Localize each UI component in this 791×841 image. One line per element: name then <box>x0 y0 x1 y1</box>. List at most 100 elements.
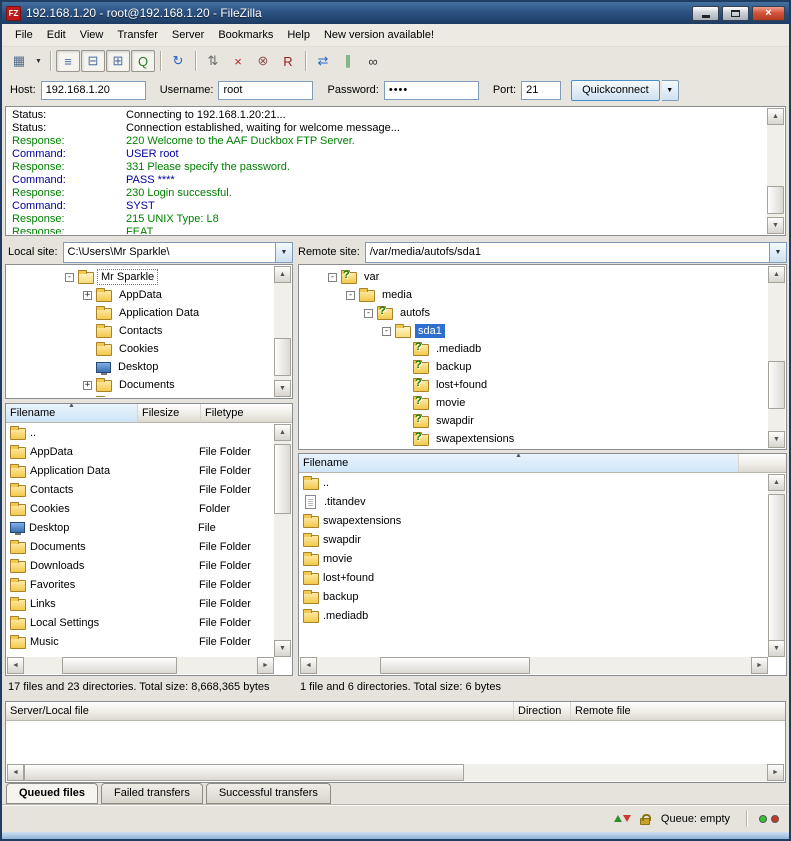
tree-expander[interactable]: - <box>65 273 74 282</box>
tree-item[interactable]: Cookies <box>7 340 274 358</box>
file-row[interactable]: Downloads File Folder <box>7 556 274 575</box>
scroll-up-button[interactable]: ▲ <box>768 266 785 283</box>
scroll-down-button[interactable]: ▼ <box>768 431 785 448</box>
remote-tree-vertical-scrollbar[interactable]: ▲ ▼ <box>768 266 785 448</box>
scrollbar-thumb[interactable] <box>274 338 291 376</box>
tree-item[interactable]: movie <box>300 394 768 412</box>
tree-item[interactable]: + Downloads <box>7 394 274 397</box>
file-row[interactable]: Cookies Folder <box>7 499 274 518</box>
sync-browse-button[interactable]: ∥ <box>336 50 360 72</box>
tree-item[interactable]: + Documents <box>7 376 274 394</box>
site-manager-button[interactable]: ▦ <box>7 50 31 72</box>
toggle-local-tree-button[interactable]: ⊟ <box>81 50 105 72</box>
menu-item[interactable]: File <box>8 26 40 44</box>
remote-site-combo[interactable]: /var/media/autofs/sda1 ▼ <box>365 242 787 263</box>
speed-limit-icon[interactable] <box>615 811 631 827</box>
file-row[interactable]: Application Data File Folder <box>7 461 274 480</box>
encryption-lock-icon[interactable] <box>637 811 653 827</box>
remote-list-vertical-scrollbar[interactable]: ▲ ▼ <box>768 474 785 657</box>
separator[interactable] <box>195 51 197 71</box>
scrollbar-thumb[interactable] <box>274 444 291 514</box>
tab-successful-transfers[interactable]: Successful transfers <box>206 783 331 804</box>
scroll-up-button[interactable]: ▲ <box>274 424 291 441</box>
tab-failed-transfers[interactable]: Failed transfers <box>101 783 203 804</box>
scroll-right-button[interactable]: ► <box>767 764 784 781</box>
tab-queued-files[interactable]: Queued files <box>6 783 98 804</box>
scroll-left-button[interactable]: ◄ <box>300 657 317 674</box>
disconnect-button[interactable]: ⊗ <box>251 50 275 72</box>
tree-expander[interactable]: + <box>83 291 92 300</box>
file-row[interactable]: Links File Folder <box>7 594 274 613</box>
tree-item[interactable]: .mediadb <box>300 340 768 358</box>
tree-expander[interactable]: + <box>83 381 92 390</box>
tree-item[interactable]: - media <box>300 286 768 304</box>
username-input[interactable] <box>218 81 313 100</box>
scroll-left-button[interactable]: ◄ <box>7 764 24 781</box>
local-site-dropdown-icon[interactable]: ▼ <box>275 243 292 262</box>
file-row[interactable]: .. <box>7 423 274 442</box>
port-input[interactable] <box>521 81 561 100</box>
password-input[interactable] <box>384 81 479 100</box>
column-header-remote-file[interactable]: Remote file <box>571 702 785 721</box>
scrollbar-thumb[interactable] <box>380 657 530 674</box>
local-site-combo[interactable]: C:\Users\Mr Sparkle\ ▼ <box>63 242 293 263</box>
scrollbar-thumb[interactable] <box>768 494 785 644</box>
scroll-down-button[interactable]: ▼ <box>274 640 291 657</box>
scroll-left-button[interactable]: ◄ <box>7 657 24 674</box>
scroll-up-button[interactable]: ▲ <box>274 266 291 283</box>
file-row[interactable]: swapextensions <box>300 511 768 530</box>
tree-expander[interactable]: - <box>382 327 391 336</box>
file-row[interactable]: .. <box>300 473 768 492</box>
host-input[interactable] <box>41 81 146 100</box>
file-row[interactable]: .titandev <box>300 492 768 511</box>
process-queue-button[interactable]: ⇅ <box>201 50 225 72</box>
menu-item[interactable]: Edit <box>40 26 73 44</box>
tree-item[interactable]: + AppData <box>7 286 274 304</box>
toggle-log-button[interactable]: ≡ <box>56 50 80 72</box>
tree-item[interactable]: lost+found <box>300 376 768 394</box>
local-list-horizontal-scrollbar[interactable]: ◄ ► <box>7 657 274 674</box>
scroll-right-button[interactable]: ► <box>751 657 768 674</box>
scroll-up-button[interactable]: ▲ <box>767 108 784 125</box>
log-vertical-scrollbar[interactable]: ▲ ▼ <box>767 108 784 234</box>
column-header-server-local-file[interactable]: Server/Local file <box>6 702 514 721</box>
file-row[interactable]: lost+found <box>300 568 768 587</box>
scrollbar-thumb[interactable] <box>767 186 784 214</box>
tree-item[interactable]: - var <box>300 268 768 286</box>
tree-item[interactable]: swapextensions <box>300 430 768 448</box>
file-row[interactable]: swapdir <box>300 530 768 549</box>
column-header-filesize[interactable]: Filesize <box>138 404 201 423</box>
scrollbar-thumb[interactable] <box>24 764 464 781</box>
tree-item[interactable]: Application Data <box>7 304 274 322</box>
tree-item[interactable]: Desktop <box>7 358 274 376</box>
file-row[interactable]: Desktop File <box>7 518 274 537</box>
title-bar[interactable]: FZ 192.168.1.20 - root@192.168.1.20 - Fi… <box>2 2 789 24</box>
file-row[interactable]: Favorites File Folder <box>7 575 274 594</box>
menu-item[interactable]: Bookmarks <box>211 26 280 44</box>
compare-button[interactable]: ⇄ <box>311 50 335 72</box>
quickconnect-button[interactable]: Quickconnect <box>571 80 660 101</box>
tree-item[interactable]: - sda1 <box>300 322 768 340</box>
refresh-button[interactable]: ↻ <box>166 50 190 72</box>
file-row[interactable]: Documents File Folder <box>7 537 274 556</box>
menu-item[interactable]: View <box>73 26 111 44</box>
separator[interactable] <box>50 51 52 71</box>
column-header-filename[interactable]: ▲ Filename <box>299 454 739 473</box>
menu-item[interactable]: New version available! <box>317 26 441 44</box>
site-manager-dropdown[interactable]: ▼ <box>32 50 45 72</box>
file-row[interactable]: Music File Folder <box>7 632 274 651</box>
tree-expander[interactable]: - <box>328 273 337 282</box>
scroll-right-button[interactable]: ► <box>257 657 274 674</box>
tree-item[interactable]: - autofs <box>300 304 768 322</box>
file-row[interactable]: movie <box>300 549 768 568</box>
scrollbar-thumb[interactable] <box>62 657 177 674</box>
separator[interactable] <box>160 51 162 71</box>
column-header-direction[interactable]: Direction <box>514 702 571 721</box>
remote-list-horizontal-scrollbar[interactable]: ◄ ► <box>300 657 768 674</box>
file-row[interactable]: .mediadb <box>300 606 768 625</box>
minimize-button[interactable] <box>692 6 719 21</box>
local-list-vertical-scrollbar[interactable]: ▲ ▼ <box>274 424 291 657</box>
menu-item[interactable]: Server <box>165 26 211 44</box>
file-row[interactable]: Contacts File Folder <box>7 480 274 499</box>
separator[interactable] <box>305 51 307 71</box>
